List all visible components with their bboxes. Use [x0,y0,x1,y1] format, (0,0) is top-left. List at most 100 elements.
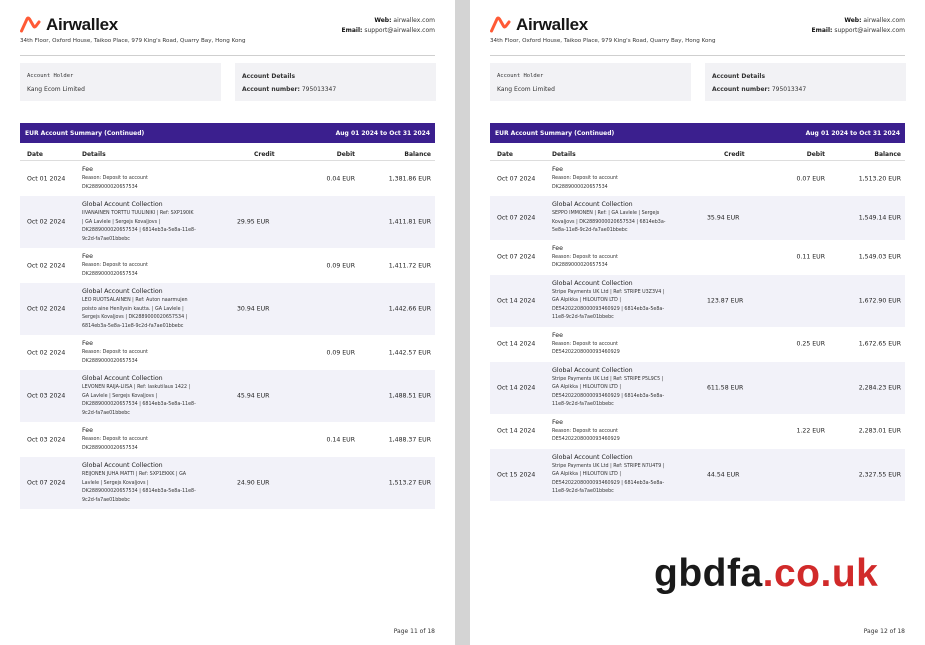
transaction-detail-line: GA Alpikka | HILOUTON LTD | [552,472,621,477]
web-link[interactable]: airwallex.com [393,17,435,24]
column-balance: Balance [874,151,901,158]
email-label: Email: [341,27,363,34]
transaction-detail-line: 5e8a-11e8-9c2d-fa7ae01bbebc [552,228,628,233]
contact-info: Web: airwallex.com Email: support@airwal… [812,16,905,36]
transaction-detail-line: LEVONEN RAIJA-LIISA | Ref: laskutilaus 1… [82,385,191,390]
transaction-date: Oct 02 2024 [27,262,66,269]
credit-amount: 611.58 EUR [707,384,744,391]
transaction-detail-line: GA Lavlele | Sergejs Kovaļjovs | [82,393,158,399]
transaction-type: Global Account Collection [82,201,163,208]
balance-amount: 2,327.55 EUR [858,471,901,478]
transaction-detail-line: LEO RUOTSALAINEN | Ref: Auton naarmujen [82,298,188,303]
transaction-detail-line: IIVANAINEN TORTTU TUULINIKI | Ref: SXP19… [82,211,194,216]
transaction-detail-line: DK2889000020657534 | 6814eb3a-5e8a-11e8- [82,228,196,233]
column-credit: Credit [724,151,745,158]
table-row: Fee Reason: Deposit to account DK288900002… [20,335,435,370]
transaction-details: Fee Reason: Deposit to account DE542022080… [552,414,687,449]
transaction-detail-line: Stripe Payments UK Ltd | Ref: STRIPE U3Z… [552,289,665,295]
debit-amount: 0.09 EUR [326,349,355,356]
transaction-detail-line: DK2889000020657534 | 6814eb3a-5e8a-11e8- [82,489,196,494]
transaction-details: Fee Reason: Deposit to account DK288900002… [552,240,687,275]
account-details-box: Account Details Account number: 79501334… [705,63,906,101]
balance-amount: 1,411.72 EUR [388,262,431,269]
balance-amount: 2,284.23 EUR [858,384,901,391]
airwallex-logo: Airwallex [20,15,118,35]
balance-amount: 1,549.03 EUR [858,253,901,261]
transaction-detail-line: Reason: Deposit to account [552,254,618,260]
transaction-detail-line: DK2889000020657534 | 6814eb3a-5e8a-11e8- [82,402,196,407]
table-row: Fee Reason: Deposit to account DK288900002… [490,161,905,196]
transactions-table: Date Details Credit Debit Balance Fee Rea… [490,147,905,501]
email-link[interactable]: support@airwallex.com [834,27,905,34]
transaction-detail-line: SEPPO IMMONEN | Ref: | GA Lavlele | Serg… [552,211,660,216]
transaction-date: Oct 02 2024 [27,305,66,313]
web-label: Web: [844,17,862,24]
balance-amount: 1,488.51 EUR [388,392,431,400]
transaction-date: Oct 07 2024 [497,175,536,182]
transaction-detail-line: Lavlele | Sergejs Kovaļjovs | [82,480,149,486]
transaction-date: Oct 01 2024 [27,175,66,182]
transaction-type: Fee [82,340,94,347]
transaction-type: Global Account Collection [552,453,633,461]
statement-page-12: Airwallex 34th Floor, Oxford House, Taik… [470,0,925,645]
transaction-type: Global Account Collection [552,201,633,208]
transaction-date: Oct 02 2024 [27,349,66,356]
transaction-type: Global Account Collection [552,279,633,287]
transaction-details: Global Account Collection LEVONEN RAIJA-L… [82,370,217,422]
column-date: Date [497,151,513,158]
account-number-value: 795013347 [301,86,337,93]
debit-amount: 0.07 EUR [796,175,825,182]
transaction-type: Fee [552,244,564,252]
transaction-detail-line: Reason: Deposit to account [552,341,618,347]
transaction-detail-line: Reason: Deposit to account [82,437,148,442]
table-body: Fee Reason: Deposit to account DK288900002… [490,161,905,501]
credit-amount: 45.94 EUR [237,392,270,400]
balance-amount: 1,488.37 EUR [388,436,431,443]
transaction-type: Global Account Collection [82,288,163,295]
watermark: gbdfa.co.uk [654,552,878,596]
transaction-date: Oct 02 2024 [27,218,66,226]
transaction-detail-line: DK2889000020657534 [82,184,138,190]
credit-amount: 44.54 EUR [707,471,740,478]
page-number: Page 12 of 18 [863,628,905,635]
web-link[interactable]: airwallex.com [863,17,905,24]
airwallex-logo-icon [20,16,41,33]
transaction-date: Oct 15 2024 [497,471,536,478]
brand-name: Airwallex [46,15,118,34]
account-holder-value: Kang Ecom Limited [27,86,85,93]
account-details-box: Account Details Account number: 79501334… [235,63,436,101]
transaction-detail-line: Reason: Deposit to account [82,176,148,181]
account-holder-box: Account Holder Kang Ecom Limited [490,63,691,101]
column-balance: Balance [404,151,431,158]
transaction-detail-line: DK2889000020657534 [82,271,138,277]
column-date: Date [27,151,43,158]
table-row: Fee Reason: Deposit to account DK288900002… [20,161,435,196]
table-row: Global Account Collection Stripe Payments… [490,274,905,327]
transaction-detail-line: Reason: Deposit to account [552,176,618,181]
table-row: Global Account Collection Stripe Payments… [490,361,905,414]
debit-amount: 1.22 EUR [796,427,825,435]
table-row: Global Account Collection SEPPO IMMONEN |… [490,196,905,240]
transaction-details: Global Account Collection IIVANAINEN TORT… [82,196,217,248]
transaction-date: Oct 07 2024 [497,253,536,261]
transaction-date: Oct 14 2024 [497,384,536,391]
transaction-detail-line: REIJONEN JUHA MATTI | Ref: SXP1EKKK | GA [82,472,187,477]
transaction-details: Fee Reason: Deposit to account DK288900002… [82,335,217,370]
balance-amount: 1,513.27 EUR [388,479,431,487]
transaction-date: Oct 14 2024 [497,297,536,304]
transaction-detail-line: DK2889000020657534 [552,263,608,268]
transaction-detail-line: GA Alpikka | HILOUTON LTD | [552,298,621,303]
table-row: Fee Reason: Deposit to account DK288900002… [490,240,905,275]
balance-amount: 1,442.66 EUR [388,305,431,313]
credit-amount: 24.90 EUR [237,479,270,487]
company-address: 34th Floor, Oxford House, Taikoo Place, … [490,38,716,44]
transaction-detail-line: Kovaļjovs | DK2889000020657534 | 6814eb3… [552,219,666,225]
transaction-detail-line: DK2889000020657534 [82,358,138,364]
account-number-label: Account number: [712,86,770,93]
summary-period: Aug 01 2024 to Oct 31 2024 [805,129,900,137]
email-link[interactable]: support@airwallex.com [364,27,435,34]
transaction-detail-line: poisto aine Henllysin kautta. | GA Lavle… [82,306,184,312]
summary-title: EUR Account Summary (Continued) [495,129,615,137]
summary-title: EUR Account Summary (Continued) [25,129,145,137]
account-summary-bar: EUR Account Summary (Continued) Aug 01 2… [490,123,905,143]
